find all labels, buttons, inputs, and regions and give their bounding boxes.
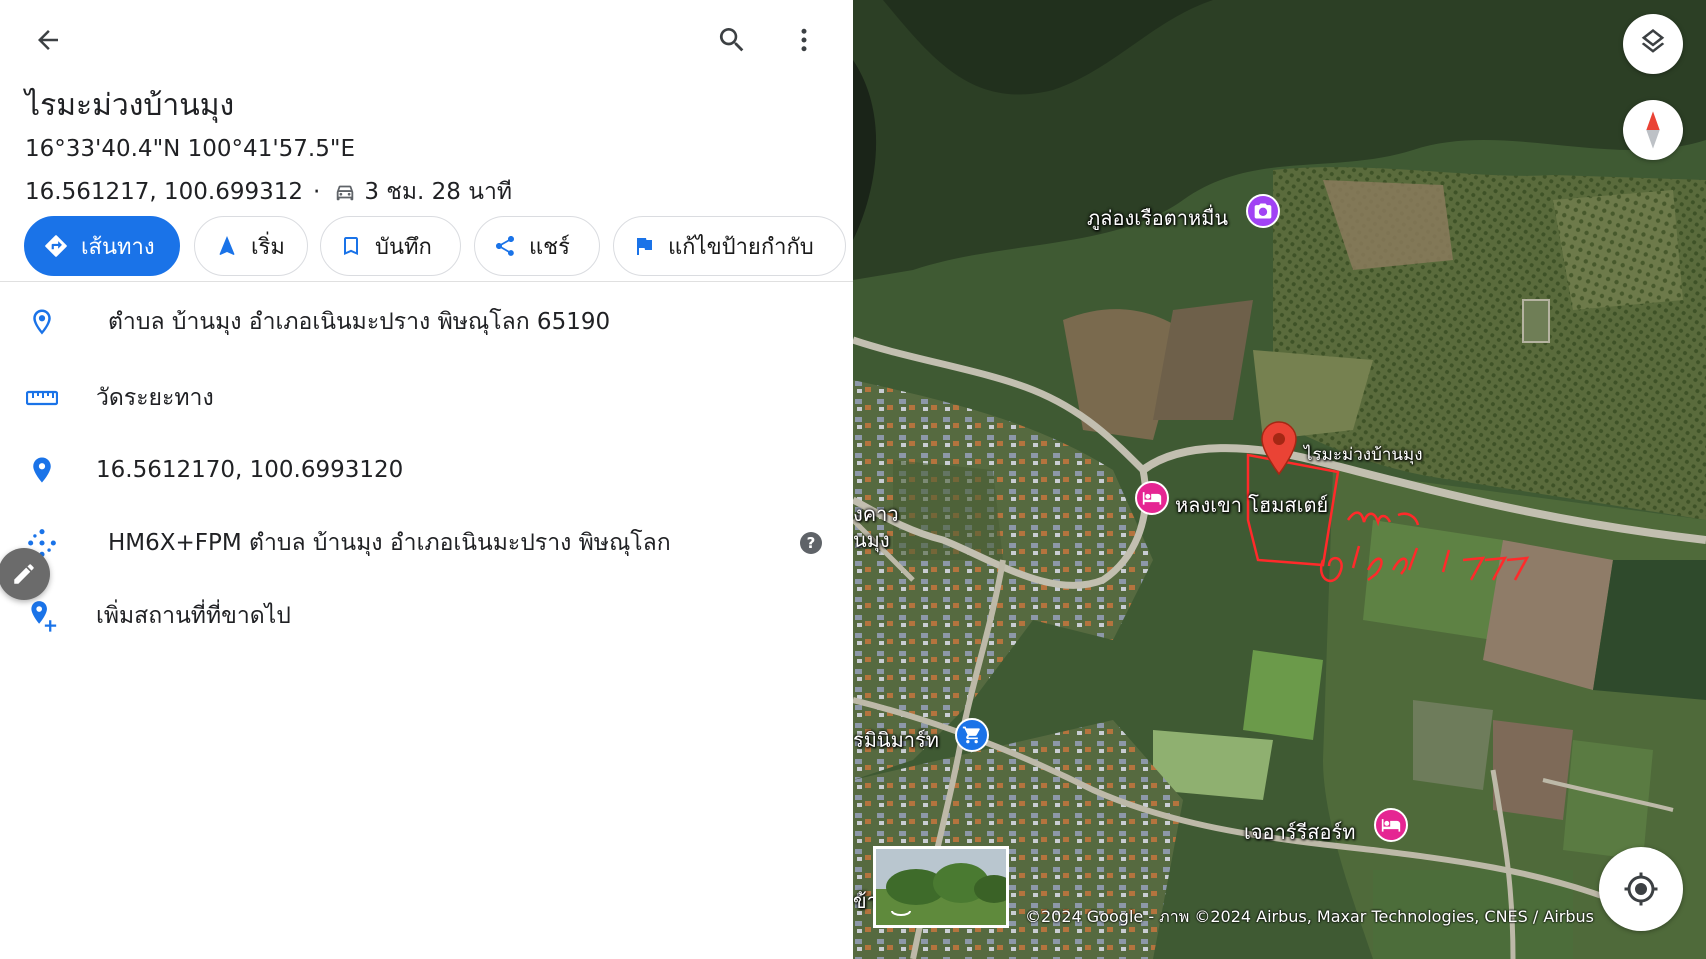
bookmark-icon	[339, 234, 363, 258]
drive-time: 3 ชม. 28 นาที	[364, 179, 513, 205]
measure-distance-row[interactable]: วัดระยะทาง	[0, 368, 853, 428]
address-text: ตำบล บ้านมุง อำเภอเนินมะปราง พิษณุโลก 65…	[108, 309, 611, 335]
search-button[interactable]	[708, 16, 756, 64]
separator-dot: ·	[313, 179, 321, 205]
decimal-coordinates: 16.561217, 100.699312	[25, 179, 304, 205]
pencil-icon	[14, 564, 34, 584]
cart-icon	[962, 726, 980, 744]
measure-distance-text: วัดระยะทาง	[96, 385, 214, 411]
map-label-cave[interactable]: ภูล่องเรือตาหมื่น	[1087, 202, 1228, 234]
street-view-image	[876, 849, 1006, 925]
add-missing-place-text: เพิ่มสถานที่ที่ขาดไป	[96, 603, 291, 629]
save-label: บันทึก	[375, 234, 432, 260]
map-label-pinned-place[interactable]: ไรมะม่วงบ้านมุง	[1304, 441, 1423, 468]
share-label: แชร์	[529, 234, 570, 260]
poi-resort-marker[interactable]	[1374, 808, 1408, 842]
map-attribution: ©2024 Google - ภาพ ©2024 Airbus, Maxar T…	[1025, 907, 1594, 926]
dropped-pin-marker[interactable]	[1259, 420, 1299, 476]
share-button[interactable]: แชร์	[474, 216, 600, 276]
coordinate-line: 16.561217, 100.699312 · 3 ชม. 28 นาที	[25, 174, 512, 210]
plus-code-text: HM6X+FPM ตำบล บ้านมุง อำเภอเนินมะปราง พิ…	[108, 530, 671, 556]
directions-button[interactable]: เส้นทาง	[24, 216, 180, 276]
navigation-icon	[215, 234, 239, 258]
map-label-resort[interactable]: เจอาร์รีสอร์ท	[1244, 816, 1355, 848]
add-place-icon	[24, 598, 60, 634]
add-missing-place-row[interactable]: เพิ่มสถานที่ที่ขาดไป	[0, 586, 853, 646]
poi-homestay-marker[interactable]	[1135, 481, 1169, 515]
car-icon	[334, 181, 356, 203]
satellite-map[interactable]: ภูล่องเรือตาหมื่น หลงเขา โฮมสเตย์ รมินิม…	[853, 0, 1706, 959]
my-location-icon	[1624, 872, 1658, 906]
edit-label-button[interactable]: แก้ไขป้ายกำกับ	[613, 216, 846, 276]
save-button[interactable]: บันทึก	[320, 216, 461, 276]
plus-code-row[interactable]: HM6X+FPM ตำบล บ้านมุง อำเภอเนินมะปราง พิ…	[0, 513, 853, 573]
back-arrow-icon	[38, 30, 58, 50]
location-pin-icon	[24, 452, 60, 488]
ruler-icon	[24, 380, 60, 416]
camera-icon	[1254, 203, 1272, 219]
bed-icon	[1381, 819, 1401, 832]
place-panel: ไรมะม่วงบ้านมุง 16°33'40.4"N 100°41'57.5…	[0, 0, 853, 959]
coordinates-row[interactable]: 16.5612170, 100.6993120	[0, 440, 853, 500]
poi-cave-marker[interactable]	[1246, 194, 1280, 228]
street-view-thumbnail[interactable]	[873, 846, 1009, 928]
more-options-button[interactable]	[780, 16, 828, 64]
edit-label-text: แก้ไขป้ายกำกับ	[668, 234, 814, 260]
compass-button[interactable]	[1623, 100, 1683, 160]
layers-icon	[1641, 29, 1665, 53]
map-label-edge: นมุง	[853, 528, 890, 552]
poi-mart-marker[interactable]	[955, 718, 989, 752]
directions-label: เส้นทาง	[81, 234, 155, 260]
flag-icon	[632, 234, 656, 258]
dms-coordinates: 16°33'40.4"N 100°41'57.5"E	[25, 136, 355, 162]
search-icon	[719, 28, 744, 52]
directions-icon	[43, 233, 69, 259]
start-button[interactable]: เริ่ม	[194, 216, 308, 276]
map-label-mart[interactable]: รมินิมาร์ท	[853, 724, 939, 756]
compass-icon	[1646, 111, 1660, 149]
layers-button[interactable]	[1623, 14, 1683, 74]
more-vert-icon	[801, 28, 807, 52]
location-outline-icon	[24, 304, 60, 340]
address-row[interactable]: ตำบล บ้านมุง อำเภอเนินมะปราง พิษณุโลก 65…	[0, 292, 853, 352]
bed-icon	[1142, 492, 1162, 505]
map-label-homestay[interactable]: หลงเขา โฮมสเตย์	[1175, 489, 1328, 521]
divider	[0, 281, 853, 282]
back-button[interactable]	[24, 16, 72, 64]
my-location-button[interactable]	[1599, 847, 1683, 931]
place-title: ไรมะม่วงบ้านมุง	[25, 88, 235, 123]
coordinates-text: 16.5612170, 100.6993120	[96, 457, 404, 483]
start-label: เริ่ม	[251, 234, 285, 260]
share-icon	[493, 234, 517, 258]
help-icon[interactable]: ?	[800, 532, 822, 554]
edit-button[interactable]	[0, 548, 50, 600]
